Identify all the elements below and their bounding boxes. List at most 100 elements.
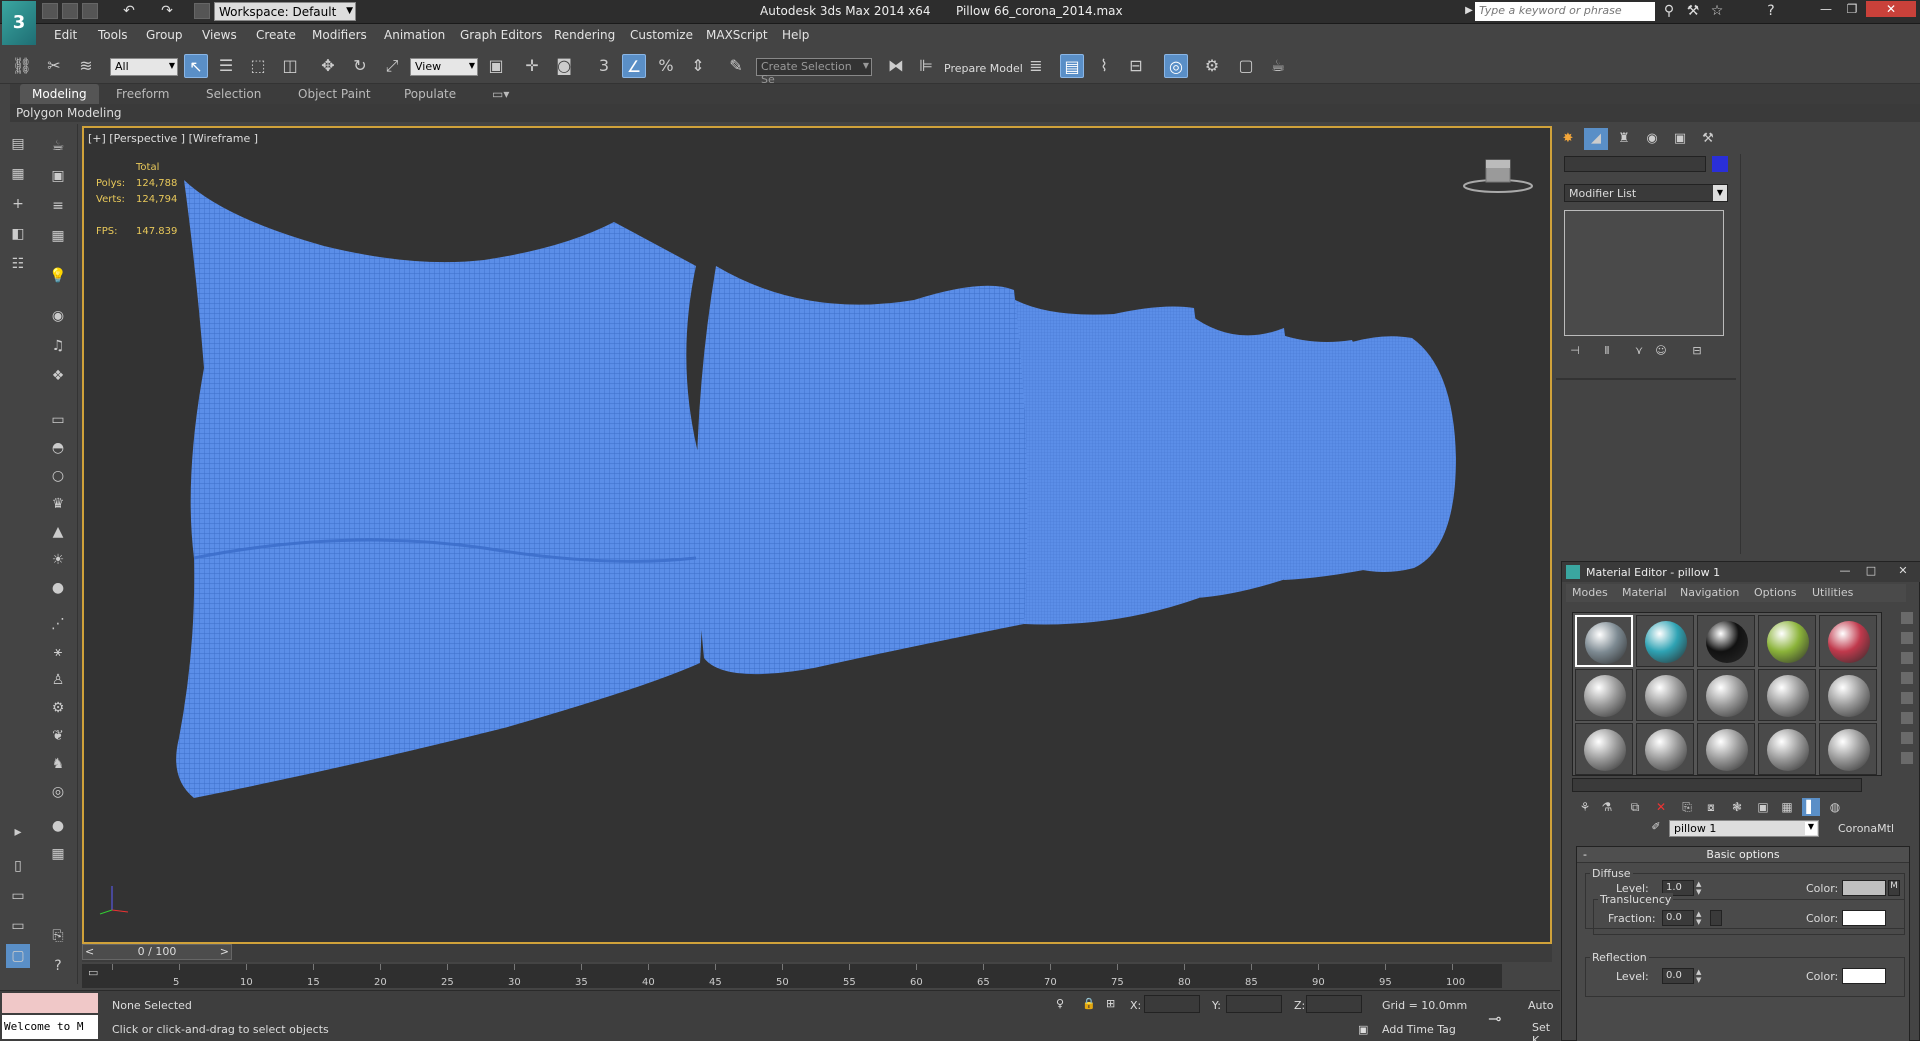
list-icon[interactable]: ≡ <box>46 194 70 218</box>
get-material-icon[interactable]: ⚘ <box>1576 798 1594 816</box>
menu-modes[interactable]: Modes <box>1572 586 1608 599</box>
previous-frame-button[interactable]: < <box>85 945 94 959</box>
menu-views[interactable]: Views <box>202 28 237 42</box>
spinner-arrows-icon[interactable]: ▲ ▼ <box>1696 968 1704 984</box>
mini-curve-editor-icon[interactable]: ▭ <box>88 966 104 980</box>
material-sample-slot[interactable] <box>1758 669 1816 721</box>
material-sample-slot[interactable] <box>1697 669 1755 721</box>
redo-icon[interactable]: ↷ <box>158 2 176 20</box>
gear-icon[interactable]: ⚙ <box>46 696 70 720</box>
lock-selection-icon[interactable]: 🔒 <box>1082 997 1096 1010</box>
select-manipulate-icon[interactable]: ✛ <box>520 54 544 78</box>
pivot-center-icon[interactable]: ▣ <box>484 54 508 78</box>
viewcube-icon[interactable] <box>1462 154 1534 196</box>
schematic-view-icon[interactable]: ⊟ <box>1124 54 1148 78</box>
help-icon[interactable]: ? <box>46 954 70 978</box>
modifier-stack[interactable] <box>1564 210 1724 336</box>
material-editor-titlebar[interactable]: Material Editor - pillow 1 — □ ✕ <box>1562 562 1920 582</box>
diffuse-map-button[interactable]: M <box>1888 880 1900 896</box>
sound-icon[interactable]: ♫ <box>46 334 70 358</box>
restore-button[interactable]: ❐ <box>1840 1 1864 17</box>
maxscript-output[interactable]: Welcome to M <box>2 1015 98 1039</box>
material-type-button[interactable]: CoronaMtl <box>1838 822 1894 835</box>
mirror-icon[interactable]: ⧓ <box>884 54 908 78</box>
menu-help[interactable]: Help <box>782 28 809 42</box>
translucency-fraction-map-button[interactable] <box>1710 910 1722 926</box>
selection-filter-dropdown[interactable]: All ▼ <box>110 58 178 76</box>
utilities-tab-icon[interactable]: ⚒ <box>1696 128 1720 150</box>
menu-customize[interactable]: Customize <box>630 28 693 42</box>
ribbon-options-icon[interactable]: ▭▾ <box>480 84 521 104</box>
unlink-icon[interactable]: ✂ <box>42 54 66 78</box>
favorites-icon[interactable]: ☆ <box>1708 2 1726 20</box>
material-editor-icon[interactable]: ◎ <box>1164 54 1188 78</box>
edit-named-selection-icon[interactable]: ✎ <box>724 54 748 78</box>
track-bar[interactable]: ▭ 5 10 15 20 25 30 35 40 45 50 55 60 65 70 75 80 85 90 95 1… <box>82 964 1502 988</box>
uv-tiling-icon[interactable] <box>1901 672 1913 684</box>
select-object-icon[interactable]: ↖ <box>184 54 208 78</box>
sun-icon[interactable]: ☀ <box>46 548 70 572</box>
put-to-library-icon[interactable]: ❃ <box>1728 798 1746 816</box>
menu-navigation[interactable]: Navigation <box>1680 586 1739 599</box>
show-end-result-icon[interactable]: ▌ <box>1802 798 1820 816</box>
gold-sphere-icon[interactable]: ● <box>46 576 70 600</box>
maximize-button[interactable]: □ <box>1862 564 1880 580</box>
object-name-field[interactable] <box>1564 156 1706 172</box>
tab-selection[interactable]: Selection <box>194 84 273 104</box>
isolate-icon[interactable]: ♀ <box>1056 997 1064 1010</box>
reflection-color-swatch[interactable] <box>1842 968 1886 984</box>
project-folder-icon[interactable] <box>194 3 210 19</box>
render-production-icon[interactable]: ☕ <box>1266 54 1290 78</box>
menu-material[interactable]: Material <box>1622 586 1667 599</box>
create-icon[interactable]: + <box>6 192 30 216</box>
menu-graph-editors[interactable]: Graph Editors <box>460 28 542 42</box>
next-frame-button[interactable]: > <box>220 945 229 959</box>
menu-maxscript[interactable]: MAXScript <box>706 28 768 42</box>
viewport-label[interactable]: [+] [Perspective ] [Wireframe ] <box>88 132 258 145</box>
hemisphere-icon[interactable]: ◓ <box>46 436 70 460</box>
tab-modeling[interactable]: Modeling <box>20 84 99 104</box>
reference-coordinate-dropdown[interactable]: View ▼ <box>410 58 478 76</box>
select-by-material-icon[interactable] <box>1901 752 1913 764</box>
graphite-ribbon-icon[interactable]: ▤ <box>1060 54 1084 78</box>
layout-single-icon[interactable]: ▯ <box>6 854 30 878</box>
shell-icon[interactable]: ◎ <box>46 780 70 804</box>
close-button[interactable]: ✕ <box>1866 1 1916 17</box>
menu-options[interactable]: Options <box>1754 586 1796 599</box>
sample-type-icon[interactable] <box>1901 612 1913 624</box>
make-unique-icon[interactable]: ⧇ <box>1702 798 1720 816</box>
crown-icon[interactable]: ♛ <box>46 492 70 516</box>
bones-icon[interactable]: ⚹ <box>46 640 70 664</box>
hair-icon[interactable]: ⋰ <box>46 612 70 636</box>
remove-modifier-icon[interactable]: ☺ <box>1652 344 1670 360</box>
maxscript-listener-input[interactable] <box>2 993 98 1013</box>
motion-tab-icon[interactable]: ◉ <box>1640 128 1664 150</box>
modify-tab-icon[interactable]: ◢ <box>1584 128 1608 150</box>
curve-editor-icon[interactable]: ⌇ <box>1092 54 1116 78</box>
layout-active-icon[interactable]: ▢ <box>6 944 30 968</box>
material-sample-slot[interactable] <box>1758 723 1816 775</box>
subscription-icon[interactable]: ⚒ <box>1684 2 1702 20</box>
object-color-swatch[interactable] <box>1712 156 1728 172</box>
configure-modifier-sets-icon[interactable]: ⊟ <box>1688 344 1706 360</box>
layout-split-icon[interactable]: ▭ <box>6 884 30 908</box>
make-preview-icon[interactable] <box>1901 712 1913 724</box>
menu-create[interactable]: Create <box>256 28 296 42</box>
minimize-button[interactable]: — <box>1814 1 1838 17</box>
bind-spacewarp-icon[interactable]: ≋ <box>74 54 98 78</box>
biped-icon[interactable]: ♙ <box>46 668 70 692</box>
material-sample-slot[interactable] <box>1575 723 1633 775</box>
save-file-icon[interactable] <box>82 3 98 19</box>
rotate-icon[interactable]: ↻ <box>348 54 372 78</box>
rollout-header[interactable]: - Basic options <box>1577 847 1909 863</box>
hierarchy-tab-icon[interactable]: ♜ <box>1612 128 1636 150</box>
video-color-check-icon[interactable] <box>1901 692 1913 704</box>
named-selection-dropdown[interactable]: Create Selection Se ▼ <box>756 58 872 86</box>
reflection-level-spinner[interactable]: 0.0 <box>1662 968 1694 984</box>
render-frame-icon[interactable]: ▣ <box>46 164 70 188</box>
open-file-icon[interactable] <box>62 3 78 19</box>
spinner-arrows-icon[interactable]: ▲ ▼ <box>1696 880 1704 896</box>
key-icon[interactable]: ⊸ <box>1488 1009 1501 1028</box>
material-sample-slot[interactable] <box>1819 615 1877 667</box>
material-sample-slot[interactable] <box>1758 615 1816 667</box>
